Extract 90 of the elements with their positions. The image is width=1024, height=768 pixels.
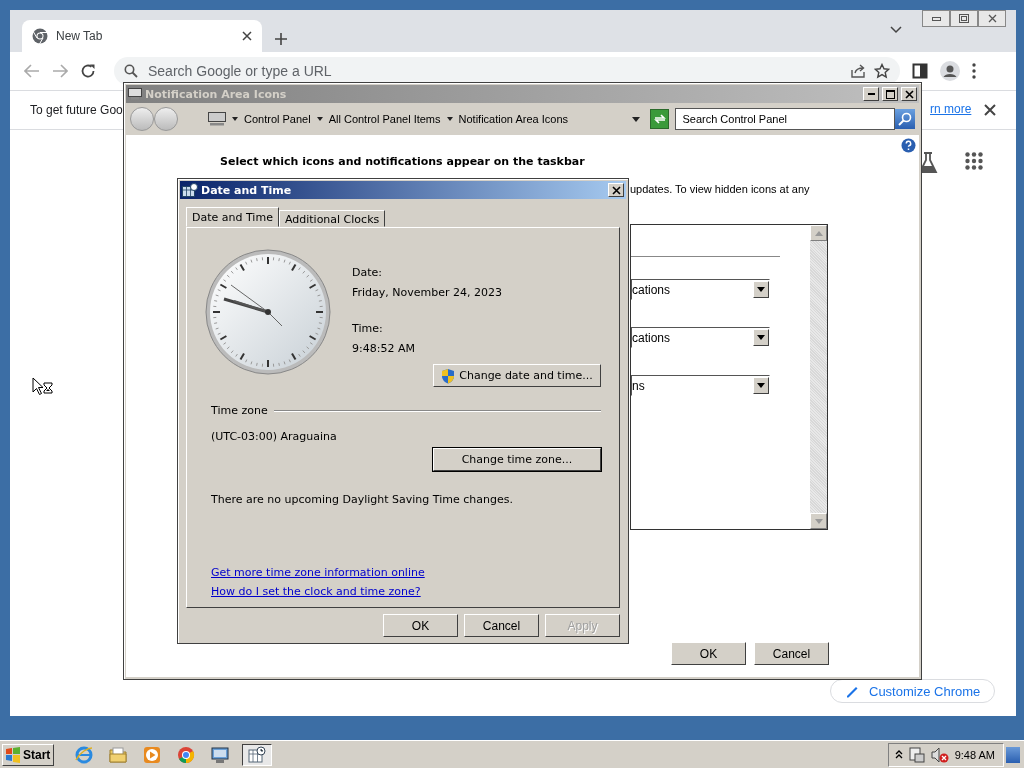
apps-grid-icon[interactable] — [965, 152, 983, 170]
window-title: Date and Time — [201, 183, 293, 197]
section-heading: Select which icons and notifications appear on the taskbar — [220, 155, 586, 169]
dialog-tab[interactable]: Additional Clocks — [278, 210, 386, 227]
taskbar-app-button[interactable] — [242, 743, 272, 766]
caret-down-icon — [757, 383, 765, 388]
minimize-icon — [867, 93, 875, 95]
change-time-zone-button[interactable]: Change time zone... — [433, 448, 601, 471]
description-text: updates. To view hidden icons at any — [630, 183, 811, 197]
search-field[interactable]: Search Control Panel — [675, 108, 895, 130]
calendar-clock-icon — [182, 183, 198, 197]
network-icon[interactable] — [908, 746, 925, 763]
minimize-button[interactable] — [922, 10, 950, 27]
time-value: 9:48:52 AM — [352, 342, 416, 355]
change-date-button[interactable]: Change date and time... — [433, 364, 601, 387]
infobar-text: To get future Goo — [30, 103, 124, 117]
new-tab-icon[interactable] — [274, 32, 288, 46]
close-button[interactable] — [978, 10, 1006, 27]
browser-icon — [75, 745, 93, 764]
address-bar[interactable]: Search Google or type a URL — [114, 57, 900, 85]
caret-down-icon[interactable] — [446, 117, 453, 121]
time-label: Time: — [352, 322, 384, 335]
side-panel-icon[interactable] — [912, 63, 928, 79]
restore-button[interactable] — [950, 10, 978, 27]
breadcrumb-item[interactable]: All Control Panel Items — [328, 113, 441, 125]
search-button[interactable] — [895, 109, 915, 129]
taskbar-clock[interactable]: 9:48 AM — [954, 748, 995, 761]
cancel-button[interactable]: Cancel — [754, 642, 829, 665]
behavior-dropdown[interactable]: cations — [631, 279, 770, 300]
close-icon — [904, 89, 914, 99]
caret-down-icon[interactable] — [232, 117, 238, 121]
chevron-down-icon[interactable] — [890, 26, 902, 34]
help-link[interactable]: How do I set the clock and time zone? — [211, 585, 421, 598]
profile-icon[interactable] — [940, 61, 960, 81]
pencil-icon — [845, 684, 859, 698]
busy-cursor-icon — [32, 377, 54, 397]
show-desktop-button[interactable] — [1006, 746, 1020, 763]
date-value: Friday, November 24, 2023 — [352, 286, 503, 299]
calendar-clock-icon — [248, 745, 266, 764]
start-button[interactable]: Start — [2, 743, 54, 766]
refresh-button[interactable] — [649, 109, 670, 129]
breadcrumb-item[interactable]: Control Panel — [244, 113, 311, 125]
computer-icon — [208, 112, 226, 126]
caret-down-icon — [757, 335, 765, 340]
date-label: Date: — [352, 266, 383, 279]
menu-icon[interactable] — [972, 63, 976, 79]
group-label: Time zone — [211, 404, 268, 417]
ok-button[interactable]: OK — [671, 642, 746, 665]
reload-icon[interactable] — [80, 63, 96, 79]
refresh-icon — [652, 113, 667, 125]
chrome-logo-icon — [32, 28, 48, 44]
learn-more-link[interactable]: rn more — [930, 102, 972, 116]
chrome-logo-icon — [177, 745, 195, 764]
speaker-muted-icon[interactable] — [930, 746, 949, 763]
restore-icon — [959, 14, 969, 23]
customize-button[interactable]: Customize Chrome — [830, 679, 996, 703]
caret-down-icon[interactable] — [631, 116, 640, 122]
close-icon[interactable] — [984, 104, 996, 116]
dialog-tab[interactable]: Date and Time — [186, 207, 279, 227]
help-link[interactable]: Get more time zone information online — [211, 566, 425, 579]
share-icon[interactable] — [850, 63, 866, 79]
ok-button[interactable]: OK — [383, 614, 458, 637]
star-icon[interactable] — [874, 63, 890, 79]
browser-tab[interactable]: New Tab — [22, 20, 262, 52]
close-icon — [987, 14, 997, 23]
tab-title: New Tab — [56, 29, 104, 43]
search-icon — [898, 112, 912, 126]
minimize-icon — [931, 16, 941, 21]
help-icon[interactable] — [901, 138, 916, 153]
close-icon[interactable] — [242, 31, 252, 41]
caret-down-icon[interactable] — [316, 117, 323, 121]
cancel-button[interactable]: Cancel — [464, 614, 539, 637]
shield-icon — [441, 367, 456, 384]
windows-logo-icon — [5, 746, 21, 763]
caret-down-icon — [757, 287, 765, 292]
time-zone-value: (UTC-03:00) Araguaina — [211, 430, 338, 443]
close-icon — [611, 185, 621, 195]
address-field[interactable]: Search Google or type a URL — [146, 62, 842, 80]
search-icon — [124, 64, 138, 78]
window-title: Notification Area Icons — [145, 87, 288, 101]
chevron-up-icon[interactable] — [894, 750, 903, 759]
breadcrumb-item[interactable]: Notification Area Icons — [458, 113, 568, 125]
monitor-icon — [128, 88, 142, 100]
maximize-icon — [885, 89, 895, 99]
dst-note: There are no upcoming Daylight Saving Time changes. — [211, 493, 514, 506]
remote-desktop-icon — [211, 745, 229, 764]
behavior-dropdown[interactable]: ns — [631, 375, 770, 396]
behavior-dropdown[interactable]: cations — [631, 327, 770, 348]
media-player-icon — [143, 745, 161, 764]
folder-icon — [109, 745, 127, 764]
